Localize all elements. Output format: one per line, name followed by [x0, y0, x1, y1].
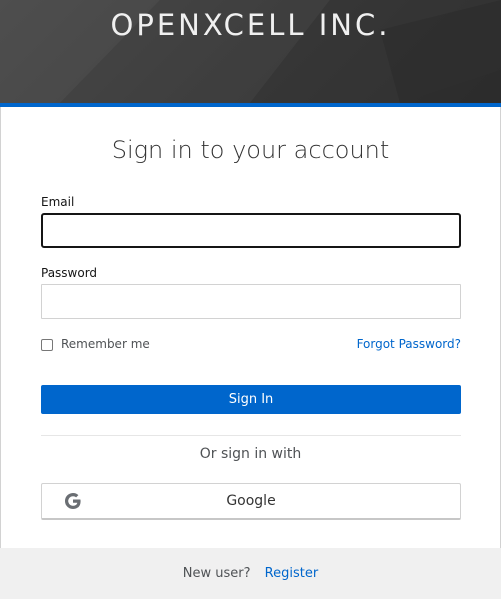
remember-me-label[interactable]: Remember me	[61, 337, 150, 351]
footer-register-row: New user? Register	[0, 566, 501, 581]
new-user-label: New user?	[182, 566, 251, 581]
google-sign-in-button[interactable]: Google	[41, 483, 461, 520]
or-sign-in-with-label: Or sign in with	[199, 446, 302, 462]
register-link[interactable]: Register	[265, 566, 319, 581]
brand-title: OPENXCELL INC.	[110, 8, 391, 42]
divider	[41, 435, 461, 436]
footer: New user? Register	[0, 548, 501, 599]
login-card	[0, 107, 501, 597]
password-field[interactable]	[41, 284, 461, 319]
page-title: Sign in to your account	[111, 136, 390, 164]
header-banner: OPENXCELL INC.	[0, 0, 501, 103]
email-field[interactable]	[41, 213, 461, 248]
sign-in-button[interactable]: Sign In	[41, 385, 461, 414]
google-label: Google	[226, 493, 276, 509]
email-label: Email	[41, 195, 75, 209]
password-label: Password	[41, 266, 98, 280]
forgot-password-link[interactable]: Forgot Password?	[357, 337, 461, 351]
remember-me-checkbox[interactable]	[41, 339, 53, 351]
